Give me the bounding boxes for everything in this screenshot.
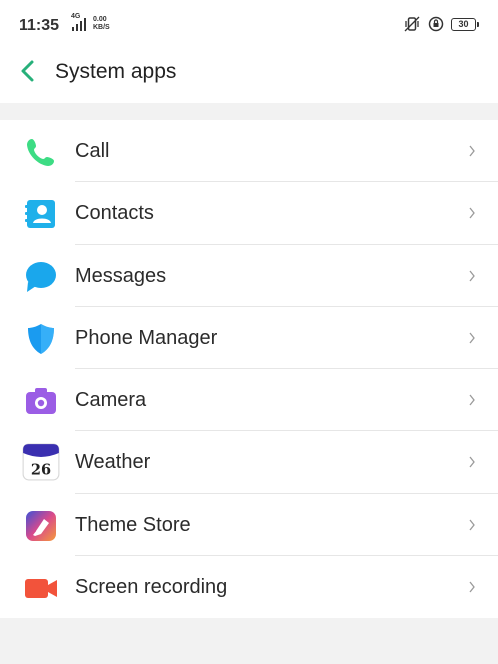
list-item-camera[interactable]: Camera — [0, 369, 498, 432]
chevron-left-icon[interactable] — [18, 58, 38, 84]
vibrate-icon — [404, 16, 420, 32]
list-item-weather[interactable]: 26 Weather — [0, 431, 498, 494]
net-speed-value: 0.00 — [93, 16, 107, 23]
list-item-contacts[interactable]: Contacts — [0, 182, 498, 245]
chevron-right-icon — [469, 207, 475, 219]
list-item-label: Camera — [75, 389, 147, 412]
system-apps-list: Call Contacts Messages Phone Manager Cam… — [0, 120, 498, 619]
list-item-label: Screen recording — [75, 576, 228, 599]
chevron-right-icon — [469, 519, 475, 531]
list-item-label: Theme Store — [75, 513, 191, 536]
screen-recording-icon — [25, 579, 57, 599]
net-speed: 0.00 KB/S — [93, 16, 110, 32]
list-item-label: Contacts — [75, 202, 154, 225]
chevron-right-icon — [469, 394, 475, 406]
top-area: 11:35 4G 0.00 KB/S 30 System apps — [0, 0, 498, 103]
chevron-right-icon — [469, 270, 475, 281]
chevron-right-icon — [469, 457, 475, 468]
camera-icon — [26, 388, 56, 415]
theme-store-icon — [26, 510, 56, 541]
weather-icon: 26 — [22, 444, 60, 481]
list-item-phone-manager[interactable]: Phone Manager — [0, 307, 498, 370]
chevron-right-icon — [469, 145, 475, 157]
list-item-label: Weather — [75, 451, 151, 474]
header: System apps — [0, 52, 498, 92]
signal-icon: 4G — [71, 13, 87, 33]
status-bar: 11:35 4G 0.00 KB/S 30 — [0, 0, 498, 52]
list-item-call[interactable]: Call — [0, 120, 498, 183]
phone-icon — [27, 139, 54, 166]
shield-icon — [28, 323, 54, 354]
list-item-messages[interactable]: Messages — [0, 245, 498, 307]
battery-icon: 30 — [451, 18, 479, 31]
network-type: 4G — [71, 13, 81, 20]
list-item-label: Phone Manager — [75, 326, 218, 349]
chevron-right-icon — [469, 581, 475, 593]
contacts-icon — [25, 200, 55, 229]
status-time: 11:35 — [19, 17, 60, 34]
net-speed-unit: KB/S — [93, 24, 110, 31]
list-item-theme-store[interactable]: Theme Store — [0, 494, 498, 557]
list-item-screen-recording[interactable]: Screen recording — [0, 556, 498, 618]
rotation-lock-icon — [428, 16, 444, 32]
weather-icon-number: 26 — [31, 462, 51, 479]
chevron-right-icon — [469, 332, 475, 344]
list-item-label: Messages — [75, 264, 167, 287]
message-bubble-icon — [26, 261, 56, 292]
page-title: System apps — [55, 60, 177, 83]
list-item-label: Call — [75, 140, 110, 162]
